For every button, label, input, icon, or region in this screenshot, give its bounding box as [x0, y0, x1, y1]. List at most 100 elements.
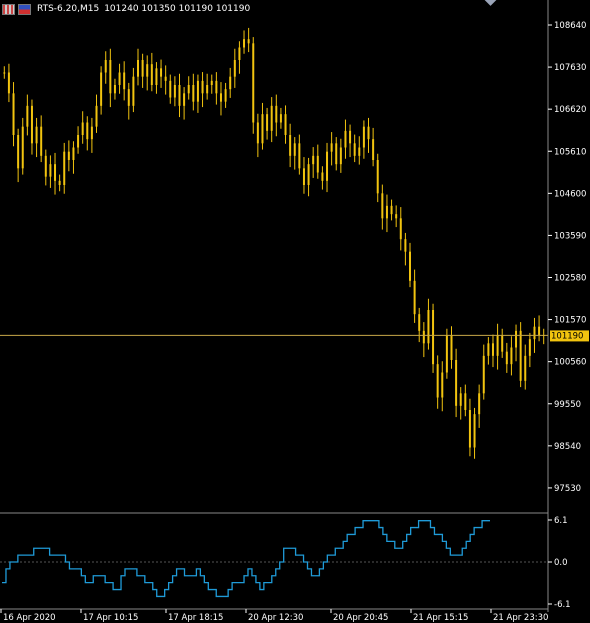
candle-body — [100, 72, 103, 106]
candle-body — [445, 335, 448, 373]
candle-body — [127, 89, 130, 106]
candle-body — [77, 135, 80, 148]
candle-body — [256, 122, 259, 144]
candle-body — [455, 360, 458, 406]
price-tick-label: 108640 — [554, 21, 586, 31]
candle-body — [321, 172, 324, 181]
price-tick-label: 103590 — [554, 231, 586, 241]
candle-body — [238, 47, 241, 60]
time-tick-label: 21 Apr 23:30 — [493, 613, 548, 623]
candle-body — [72, 147, 75, 160]
candle-body — [385, 205, 388, 219]
candle-body — [538, 326, 541, 335]
candle-body — [243, 39, 246, 48]
candle-body — [275, 105, 278, 123]
candle-body — [450, 335, 453, 360]
candle-body — [293, 143, 296, 156]
candle-body — [390, 205, 393, 215]
candle-body — [404, 239, 407, 252]
candle-body — [316, 155, 319, 173]
candle-body — [266, 114, 269, 131]
candle-body — [381, 193, 384, 219]
candle-body — [528, 339, 531, 356]
candle-body — [86, 122, 89, 140]
candle-body — [413, 280, 416, 315]
candle-body — [464, 393, 467, 410]
candle-body — [183, 93, 186, 106]
time-tick-label: 16 Apr 2020 — [3, 613, 56, 623]
price-tick-label: 99550 — [554, 400, 581, 410]
candle-body — [487, 343, 490, 356]
time-tick-label: 21 Apr 15:15 — [413, 613, 468, 623]
candle-body — [40, 126, 43, 156]
candle-body — [160, 68, 163, 77]
candle-body — [367, 126, 370, 140]
candle-body — [49, 164, 52, 177]
price-tick-label: 104600 — [554, 189, 586, 199]
candle-body — [118, 72, 121, 85]
candle-body — [501, 335, 504, 352]
candle-body — [164, 76, 167, 81]
candle-body — [187, 85, 190, 94]
candle-body — [81, 122, 84, 135]
candle-body — [399, 218, 402, 240]
candle-body — [478, 393, 481, 415]
price-tick-label: 105610 — [554, 147, 586, 157]
price-tick-label: 100560 — [554, 358, 586, 368]
candle-body — [491, 343, 494, 356]
candle-body — [215, 80, 218, 94]
candle-body — [192, 85, 195, 102]
chart-canvas: 108640 107630 106620 105610 104600 103590 1025… — [0, 0, 589, 623]
candle-body — [335, 143, 338, 165]
price-tick-label: 102580 — [554, 274, 586, 284]
candle-body — [409, 251, 411, 281]
candle-body — [90, 126, 93, 140]
candle-body — [173, 85, 176, 98]
candle-body — [468, 410, 471, 448]
candle-body — [206, 85, 209, 94]
price-tick-label: 97530 — [554, 484, 581, 494]
candle-body — [362, 126, 365, 148]
candle-body — [252, 43, 255, 123]
candle-body — [326, 151, 329, 181]
candle-body — [307, 164, 310, 185]
candle-body — [496, 335, 499, 356]
candle-body — [132, 76, 135, 106]
candle-body — [109, 60, 112, 94]
time-tick-label: 20 Apr 12:30 — [248, 613, 303, 623]
candle-body — [21, 126, 24, 169]
candle-body — [54, 164, 57, 181]
candle-body — [63, 151, 66, 185]
candle-body — [533, 326, 536, 340]
candle-body — [137, 60, 139, 77]
candle-body — [146, 64, 149, 77]
candle-body — [436, 364, 439, 398]
candle-body — [279, 114, 282, 123]
candle-body — [422, 330, 425, 344]
candle-body — [210, 80, 213, 85]
candle-body — [150, 64, 153, 85]
candle-body — [510, 347, 513, 365]
osc-tick-label: 0.0 — [554, 558, 568, 568]
osc-tick-label: -6.1 — [554, 600, 571, 610]
candle-body — [123, 72, 126, 90]
time-tick-label: 17 Apr 10:15 — [83, 613, 138, 623]
candle-body — [376, 160, 379, 194]
candle-body — [349, 130, 352, 144]
candle-body — [372, 139, 375, 160]
candle-body — [284, 114, 287, 135]
time-tick-label: 20 Apr 20:45 — [333, 613, 388, 623]
time-tick-label: 17 Apr 18:15 — [168, 613, 223, 623]
candle-body — [141, 60, 144, 77]
candle-body — [339, 147, 342, 165]
candle-body — [113, 85, 116, 94]
candle-body — [432, 310, 435, 365]
candle-body — [427, 310, 430, 344]
oscillator-series — [2, 520, 490, 598]
candle-body — [519, 330, 522, 381]
candle-body — [104, 60, 107, 73]
candle-body — [459, 393, 462, 406]
candle-body — [330, 143, 333, 152]
candle-body — [155, 68, 158, 85]
candle-body — [44, 155, 47, 177]
